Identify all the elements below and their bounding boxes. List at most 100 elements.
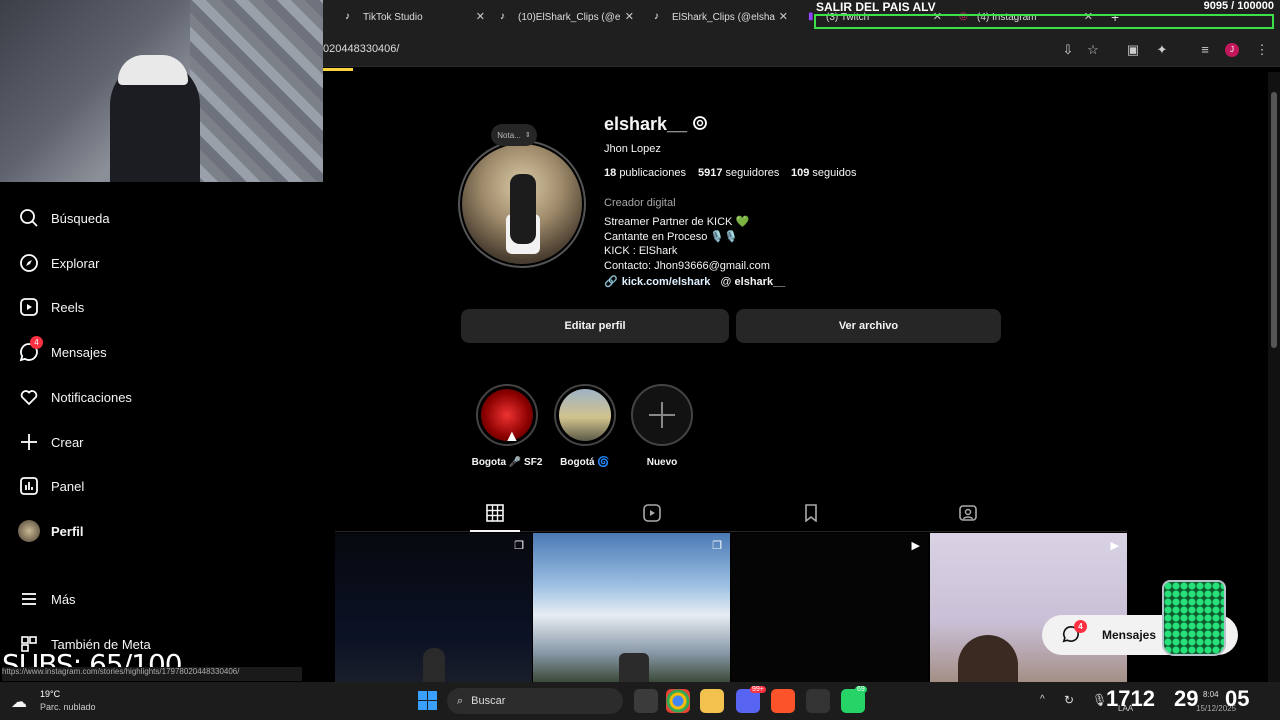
heart-icon: [18, 386, 40, 408]
microphone-icon[interactable]: 🎙: [1092, 693, 1107, 707]
profile-avatar[interactable]: [462, 144, 582, 264]
highlight-item[interactable]: [554, 384, 616, 446]
weather-temp: 19°C: [40, 689, 61, 699]
profile-bio: Streamer Partner de KICK 💚 Cantante en P…: [604, 215, 770, 273]
tab-saved-bookmark-icon[interactable]: [802, 504, 822, 523]
chevron-up-icon[interactable]: ^: [1040, 694, 1045, 705]
browser-tab[interactable]: ♪ ElShark_Clips (@elsha ✕: [654, 6, 788, 28]
windows-start-icon[interactable]: [418, 691, 437, 710]
compass-icon: [18, 252, 40, 274]
more-menu-icon[interactable]: ⋮: [1254, 42, 1270, 58]
post-tile[interactable]: ❐: [335, 533, 532, 682]
sidebar-item-label: Búsqueda: [51, 210, 110, 226]
taskbar-search-label: Buscar: [471, 695, 506, 707]
screenshot-icon[interactable]: ▣: [1125, 42, 1141, 58]
task-view-icon[interactable]: [634, 689, 658, 713]
overlay-clock-seconds: 05: [1225, 686, 1250, 711]
sidebar-item-busqueda[interactable]: Búsqueda: [18, 203, 308, 233]
sidebar-item-mas[interactable]: Más: [18, 584, 308, 614]
tab-label: ElShark_Clips (@elsha: [672, 11, 775, 23]
goal-progress-frame: [814, 14, 1274, 29]
threads-link[interactable]: elshark__: [735, 276, 786, 288]
sidebar-item-label: Explorar: [51, 255, 100, 271]
scrollbar-thumb[interactable]: [1271, 92, 1277, 348]
webcam-cap: [118, 55, 188, 85]
posts-label: publicaciones: [619, 167, 686, 179]
messages-pill-label: Mensajes: [1102, 628, 1157, 642]
browser-tab[interactable]: ♪ TikTok Studio ✕: [345, 6, 485, 28]
taskbar-time: 8:04: [1203, 690, 1219, 699]
posts-number: 18: [604, 167, 617, 179]
taskbar-search[interactable]: ⌕ Buscar: [447, 688, 623, 714]
post-tile[interactable]: ▶: [731, 533, 928, 682]
close-icon[interactable]: ✕: [779, 10, 788, 23]
settings-icon[interactable]: [691, 114, 709, 132]
overlay-clock-hours: 1712: [1106, 686, 1155, 711]
sync-icon[interactable]: ↻: [1064, 693, 1074, 707]
following-label: seguidos: [812, 167, 857, 179]
tab-reels-icon[interactable]: [643, 504, 663, 522]
tiktok-icon: ♪: [654, 11, 659, 22]
view-archive-button[interactable]: Ver archivo: [736, 309, 1001, 343]
weather-icon[interactable]: ☁: [4, 688, 34, 716]
install-icon[interactable]: ⇩: [1060, 42, 1076, 58]
post-tile[interactable]: ❐: [533, 533, 730, 682]
edit-profile-button[interactable]: Editar perfil: [461, 309, 729, 343]
profile-links: 🔗 kick.com/elshark @ elshark__: [604, 275, 786, 289]
search-icon: [18, 207, 40, 229]
sort-icon: ⇕: [524, 132, 531, 139]
reel-icon: ▶: [911, 540, 920, 552]
bio-line: KICK : ElShark: [604, 245, 678, 257]
tab-tagged-icon[interactable]: [959, 504, 979, 522]
followers-count[interactable]: 5917 seguidores: [698, 167, 779, 179]
brave-icon[interactable]: [771, 689, 795, 713]
highlight-cover: [559, 389, 611, 441]
profile-avatar-icon[interactable]: J: [1225, 43, 1239, 57]
close-icon[interactable]: ✕: [476, 10, 485, 23]
bio-line: Cantante en Proceso 🎙️🎙️: [604, 230, 738, 243]
file-explorer-icon[interactable]: [700, 689, 724, 713]
scrollbar[interactable]: [1268, 72, 1280, 682]
sidebar-item-mensajes[interactable]: 4 Mensajes: [18, 336, 308, 367]
sidebar-item-label: Notificaciones: [51, 389, 132, 405]
new-highlight-button[interactable]: [631, 384, 693, 446]
whatsapp-badge: 69: [855, 686, 867, 693]
media-icon[interactable]: ≡: [1197, 42, 1213, 58]
avatar-figure: [510, 174, 536, 244]
profile-full-name: Jhon Lopez: [604, 143, 661, 155]
notification-badge: 4: [1074, 619, 1087, 633]
plus-icon: [649, 402, 675, 428]
messenger-icon: 4: [1062, 619, 1087, 646]
sidebar-item-panel[interactable]: Panel: [18, 471, 308, 501]
sidebar-item-reels[interactable]: Reels: [18, 292, 308, 322]
webcam-wall: [190, 0, 323, 182]
following-count[interactable]: 109 seguidos: [791, 167, 856, 179]
posts-count: 18 publicaciones: [604, 167, 686, 179]
tab-posts-grid-icon[interactable]: [486, 504, 506, 522]
browser-tab[interactable]: ♪ (10)ElShark_Clips (@e ✕: [500, 6, 634, 28]
followers-label: seguidores: [725, 167, 780, 179]
bookmark-star-icon[interactable]: ☆: [1085, 42, 1101, 58]
url-field[interactable]: 020448330406/: [323, 43, 399, 55]
post-tile[interactable]: ▶: [930, 533, 1127, 682]
close-icon[interactable]: ✕: [625, 10, 634, 23]
chrome-icon[interactable]: [666, 689, 690, 713]
external-link[interactable]: kick.com/elshark: [622, 276, 711, 288]
app-icon[interactable]: [806, 689, 830, 713]
status-url: https://www.instagram.com/stories/highli…: [2, 667, 302, 681]
sidebar-item-explorar[interactable]: Explorar: [18, 248, 308, 278]
overlay-clock-minutes: 29: [1174, 686, 1199, 711]
post-figure: [958, 635, 1018, 682]
profile-category: Creador digital: [604, 197, 676, 209]
discord-badge: 99+: [750, 686, 766, 693]
note-bubble[interactable]: Nota... ⇕: [491, 124, 537, 146]
extensions-icon[interactable]: ✦: [1154, 42, 1170, 58]
sidebar-item-notificaciones[interactable]: Notificaciones: [18, 382, 308, 412]
bio-line: Streamer Partner de KICK 💚: [604, 216, 750, 228]
sidebar-item-crear[interactable]: Crear: [18, 427, 308, 457]
stream-goal-text: SALIR DEL PAIS ALV: [816, 0, 936, 14]
following-number: 109: [791, 167, 810, 179]
reels-icon: [18, 296, 40, 318]
sidebar-item-perfil[interactable]: Perfil: [18, 516, 308, 546]
post-figure: [619, 653, 649, 682]
